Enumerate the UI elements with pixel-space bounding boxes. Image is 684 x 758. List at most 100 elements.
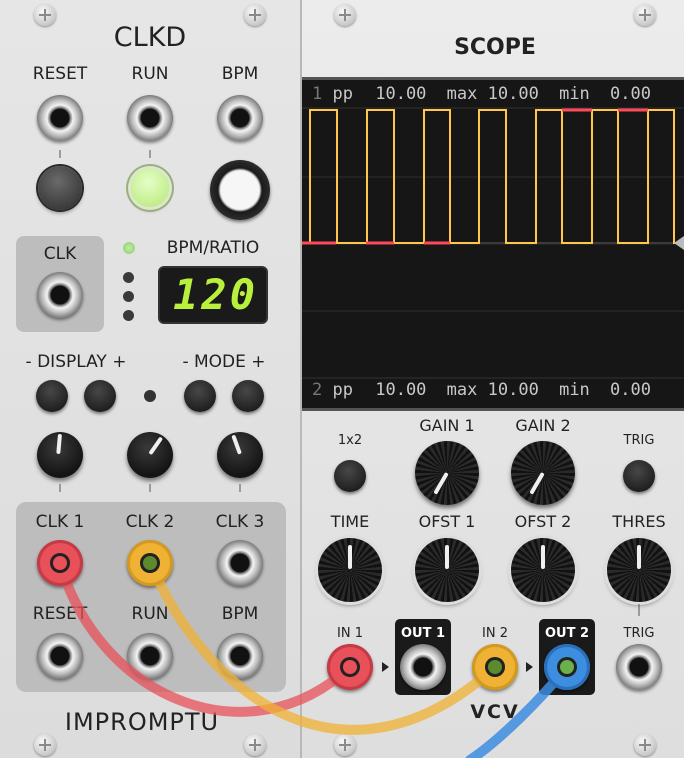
led-icon (144, 390, 156, 402)
screw-icon (34, 4, 56, 26)
reset-input-label: RESET (32, 64, 88, 84)
ch1-min-label: min (559, 84, 590, 104)
led-icon (123, 242, 135, 254)
screw-icon (34, 734, 56, 756)
ch1-pp-value: 10.00 (375, 84, 427, 104)
ch2-min-label: min (559, 380, 590, 400)
ch1-number: 1 (312, 84, 323, 104)
run-output-label: RUN (131, 604, 169, 624)
tick-mark (239, 484, 241, 492)
display-label: - DISPLAY + (25, 352, 127, 372)
scope-display: 1 pp 10.00 max 10.00 min 0.00 2 pp 10.00… (302, 77, 684, 411)
led-icon (123, 272, 134, 283)
display-plus-button[interactable] (84, 380, 116, 412)
bpm-input-jack[interactable] (217, 95, 263, 141)
tick-mark (638, 604, 640, 616)
arrow-right-icon (526, 662, 533, 672)
in2-label: IN 2 (482, 626, 508, 641)
ofst1-label: OFST 1 (418, 512, 476, 531)
time-knob[interactable] (318, 538, 382, 602)
clk3-output-label: CLK 3 (215, 512, 265, 532)
cable-plug-red[interactable] (330, 647, 370, 687)
mode-label: - MODE + (182, 352, 266, 372)
ch2-max-label: max (446, 380, 478, 400)
gain2-label: GAIN 2 (515, 416, 571, 435)
ofst2-knob[interactable] (511, 538, 575, 602)
tick-mark (149, 150, 151, 158)
screw-icon (634, 734, 656, 756)
run-output-jack[interactable] (127, 633, 173, 679)
bpm-knob[interactable] (210, 160, 270, 220)
ofst2-label: OFST 2 (514, 512, 572, 531)
ch2-readout: 2 pp 10.00 max 10.00 min 0.00 (312, 380, 651, 400)
clk3-output-jack[interactable] (217, 540, 263, 586)
brand-logo: IMPROMPTU (64, 708, 220, 736)
mode-1x2-button[interactable] (334, 460, 366, 492)
module-title: CLKD (113, 22, 187, 53)
ch1-readout: 1 pp 10.00 max 10.00 min 0.00 (312, 84, 651, 104)
ch2-number: 2 (312, 380, 323, 400)
gain2-knob[interactable] (511, 441, 575, 505)
clkd-module: CLKD RESET RUN BPM CLK BPM/RATIO 120 - D… (0, 0, 302, 758)
arrow-right-icon (382, 662, 389, 672)
scope-module: SCOPE 1 pp 10.00 max 10.00 min 0.00 2 pp… (302, 0, 684, 758)
ch1-min-value: 0.00 (610, 84, 651, 104)
reset-button[interactable] (38, 166, 82, 210)
gain1-label: GAIN 1 (419, 416, 475, 435)
clk1-output-label: CLK 1 (35, 512, 85, 532)
out1-label: OUT 1 (400, 626, 446, 641)
mode-plus-button[interactable] (232, 380, 264, 412)
reset-input-jack[interactable] (37, 95, 83, 141)
display-minus-button[interactable] (36, 380, 68, 412)
bpm-output-label: BPM (221, 604, 259, 624)
ch2-pp-label: pp (332, 380, 353, 400)
out1-jack[interactable] (400, 644, 446, 690)
led-icon (123, 291, 134, 302)
bpm-output-jack[interactable] (217, 633, 263, 679)
thres-label: THRES (612, 512, 666, 531)
screw-icon (244, 4, 266, 26)
tick-mark (59, 150, 61, 158)
brand-logo: VCV (470, 701, 520, 723)
clk2-output-label: CLK 2 (125, 512, 175, 532)
trig-button-label: TRIG (623, 433, 655, 448)
run-button[interactable] (131, 169, 169, 207)
screw-icon (634, 4, 656, 26)
clk-input-label: CLK (43, 244, 77, 264)
tick-mark (149, 484, 151, 492)
clk2-ratio-knob[interactable] (127, 432, 173, 478)
out2-label: OUT 2 (544, 626, 590, 641)
bpm-ratio-label: BPM/RATIO (166, 238, 260, 258)
bpm-display-value: 120 (173, 270, 258, 319)
cable-plug-red[interactable] (40, 543, 80, 583)
ch1-pp-label: pp (332, 84, 353, 104)
mode-1x2-label: 1x2 (337, 433, 363, 448)
bpm-input-label: BPM (221, 64, 259, 84)
scope-grid (302, 107, 684, 379)
reset-output-jack[interactable] (37, 633, 83, 679)
trig-input-label: TRIG (623, 626, 655, 641)
clk1-ratio-knob[interactable] (37, 432, 83, 478)
ofst1-knob[interactable] (415, 538, 479, 602)
trig-button[interactable] (623, 460, 655, 492)
led-icon (123, 310, 134, 321)
cable-plug-yellow[interactable] (130, 543, 170, 583)
screw-icon (334, 4, 356, 26)
run-input-label: RUN (131, 64, 169, 84)
clk3-ratio-knob[interactable] (217, 432, 263, 478)
thres-knob[interactable] (607, 538, 671, 602)
ch2-min-value: 0.00 (610, 380, 651, 400)
mode-minus-button[interactable] (184, 380, 216, 412)
ch1-max-value: 10.00 (487, 84, 539, 104)
trig-input-jack[interactable] (616, 644, 662, 690)
clk-input-jack[interactable] (37, 272, 83, 318)
gain1-knob[interactable] (415, 441, 479, 505)
screw-icon (334, 734, 356, 756)
screw-icon (244, 734, 266, 756)
run-input-jack[interactable] (127, 95, 173, 141)
ch1-max-label: max (446, 84, 478, 104)
cable-plug-yellow[interactable] (475, 647, 515, 687)
cable-plug-blue[interactable] (547, 647, 587, 687)
ch2-max-value: 10.00 (487, 380, 539, 400)
trigger-marker-icon (674, 236, 684, 250)
